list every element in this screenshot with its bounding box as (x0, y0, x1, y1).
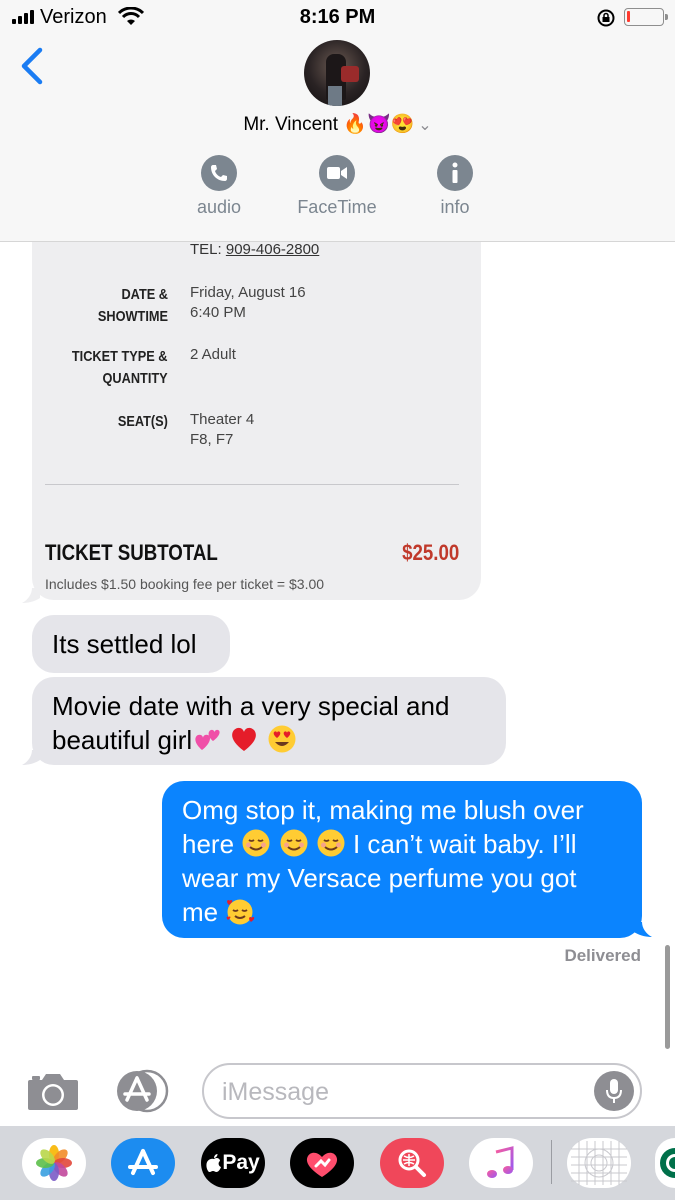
camera-button[interactable] (26, 1070, 80, 1112)
stickers-app-button[interactable] (567, 1138, 631, 1188)
tray-divider (551, 1140, 552, 1184)
message-text-line: me (182, 895, 622, 929)
battery-icon (624, 8, 668, 26)
two-hearts-emoji-icon (195, 729, 220, 750)
seats-value: F8, F7 (190, 431, 234, 448)
date-value: Friday, August 16 (190, 284, 306, 301)
apple-pay-icon (206, 1154, 222, 1172)
smiling-blush-emoji-icon (242, 829, 270, 857)
image-search-icon (398, 1149, 426, 1177)
audio-call-button[interactable]: audio (169, 155, 269, 218)
bubble-tail (22, 750, 40, 765)
microphone-icon (606, 1079, 622, 1103)
smiling-blush-emoji-icon (280, 829, 308, 857)
apple-pay-label: Pay (222, 1151, 260, 1174)
message-input[interactable] (222, 1075, 582, 1109)
heart-eyes-emoji-icon (268, 725, 296, 753)
digital-touch-app-button[interactable] (290, 1138, 354, 1188)
photos-app-button[interactable] (22, 1138, 86, 1188)
music-app-button[interactable] (469, 1138, 533, 1188)
app-store-button[interactable] (113, 1068, 173, 1114)
phone-icon (201, 155, 237, 191)
message-text-line: beautiful girl (52, 723, 486, 757)
message-text-line: here I can’t wait baby. I’ll (182, 829, 577, 859)
app-store-icon (128, 1149, 158, 1175)
booking-fee-note: Includes $1.50 booking fee per ticket = … (45, 576, 325, 592)
message-text: Its settled lol (52, 629, 197, 659)
battery-level (627, 11, 630, 22)
info-label: info (440, 197, 470, 217)
scrollbar[interactable] (665, 945, 670, 1049)
stickers-icon (571, 1141, 627, 1185)
subtotal-value: $25.00 (401, 540, 459, 565)
back-button[interactable] (18, 46, 48, 86)
phone-number-link[interactable]: 909-406-2800 (226, 241, 319, 258)
music-icon (487, 1146, 514, 1178)
ticket-type-label: TICKET TYPE & (72, 348, 168, 365)
message-text-line: wear my Versace perfume you got (182, 863, 577, 893)
facetime-label: FaceTime (297, 197, 377, 217)
contact-name: Mr. Vincent 🔥😈😍 (243, 114, 415, 135)
dictation-button[interactable] (594, 1071, 634, 1111)
red-heart-emoji-icon (232, 727, 257, 751)
starbucks-icon (660, 1148, 675, 1178)
showtime-value: 6:40 PM (190, 304, 246, 321)
info-button[interactable]: info (405, 155, 505, 218)
seats-label: SEAT(S) (117, 413, 168, 430)
theater-value: Theater 4 (190, 411, 255, 428)
bubble-tail (22, 588, 40, 603)
apple-pay-app-button[interactable]: Pay (201, 1138, 265, 1188)
bubble-tail (634, 922, 652, 937)
image-search-app-button[interactable] (380, 1138, 444, 1188)
date-showtime-label: DATE & SHOWTIME (97, 286, 168, 325)
message-bubble-incoming[interactable]: Movie date with a very special and beaut… (32, 677, 506, 765)
photos-icon (36, 1145, 72, 1181)
theater-phone: TEL: 909-406-2800 (190, 241, 320, 258)
clock: 8:16 PM (299, 6, 376, 28)
digital-touch-icon (306, 1152, 338, 1177)
chevron-down-icon: ⌄ (418, 117, 432, 134)
orientation-lock-icon (597, 9, 615, 27)
audio-label: audio (196, 197, 242, 217)
message-text-line: Omg stop it, making me blush over (182, 795, 584, 825)
subtotal-label: TICKET SUBTOTAL (45, 540, 218, 565)
conversation-header: Verizon 8:16 PM Mr. Vincent 🔥😈😍⌄ audio (0, 0, 675, 242)
contact-avatar[interactable] (304, 40, 370, 106)
status-bar: Verizon 8:16 PM (0, 0, 675, 34)
receipt-divider (45, 484, 459, 485)
imessage-app-drawer: Pay (0, 1126, 675, 1200)
message-bubble-incoming[interactable]: Its settled lol (32, 615, 230, 673)
smiling-blush-emoji-icon (317, 829, 345, 857)
delivered-status: Delivered (564, 946, 641, 965)
ticket-receipt-image[interactable]: TEL: 909-406-2800 DATE & SHOWTIME Friday… (32, 200, 481, 600)
smiling-face-with-hearts-emoji-icon (227, 899, 255, 925)
message-input-container (202, 1063, 642, 1119)
quantity-label: QUANTITY (102, 370, 168, 387)
app-store-app-button[interactable] (111, 1138, 175, 1188)
video-camera-icon (319, 155, 355, 191)
ticket-type-value: 2 Adult (190, 346, 236, 363)
facetime-button[interactable]: FaceTime (287, 155, 387, 218)
starbucks-app-button[interactable] (655, 1138, 675, 1188)
message-bubble-outgoing[interactable]: Omg stop it, making me blush over here I… (162, 781, 642, 938)
contact-name-button[interactable]: Mr. Vincent 🔥😈😍 ⌄ (0, 112, 675, 136)
message-text-line: Movie date with a very special and (52, 691, 450, 721)
info-icon (437, 155, 473, 191)
